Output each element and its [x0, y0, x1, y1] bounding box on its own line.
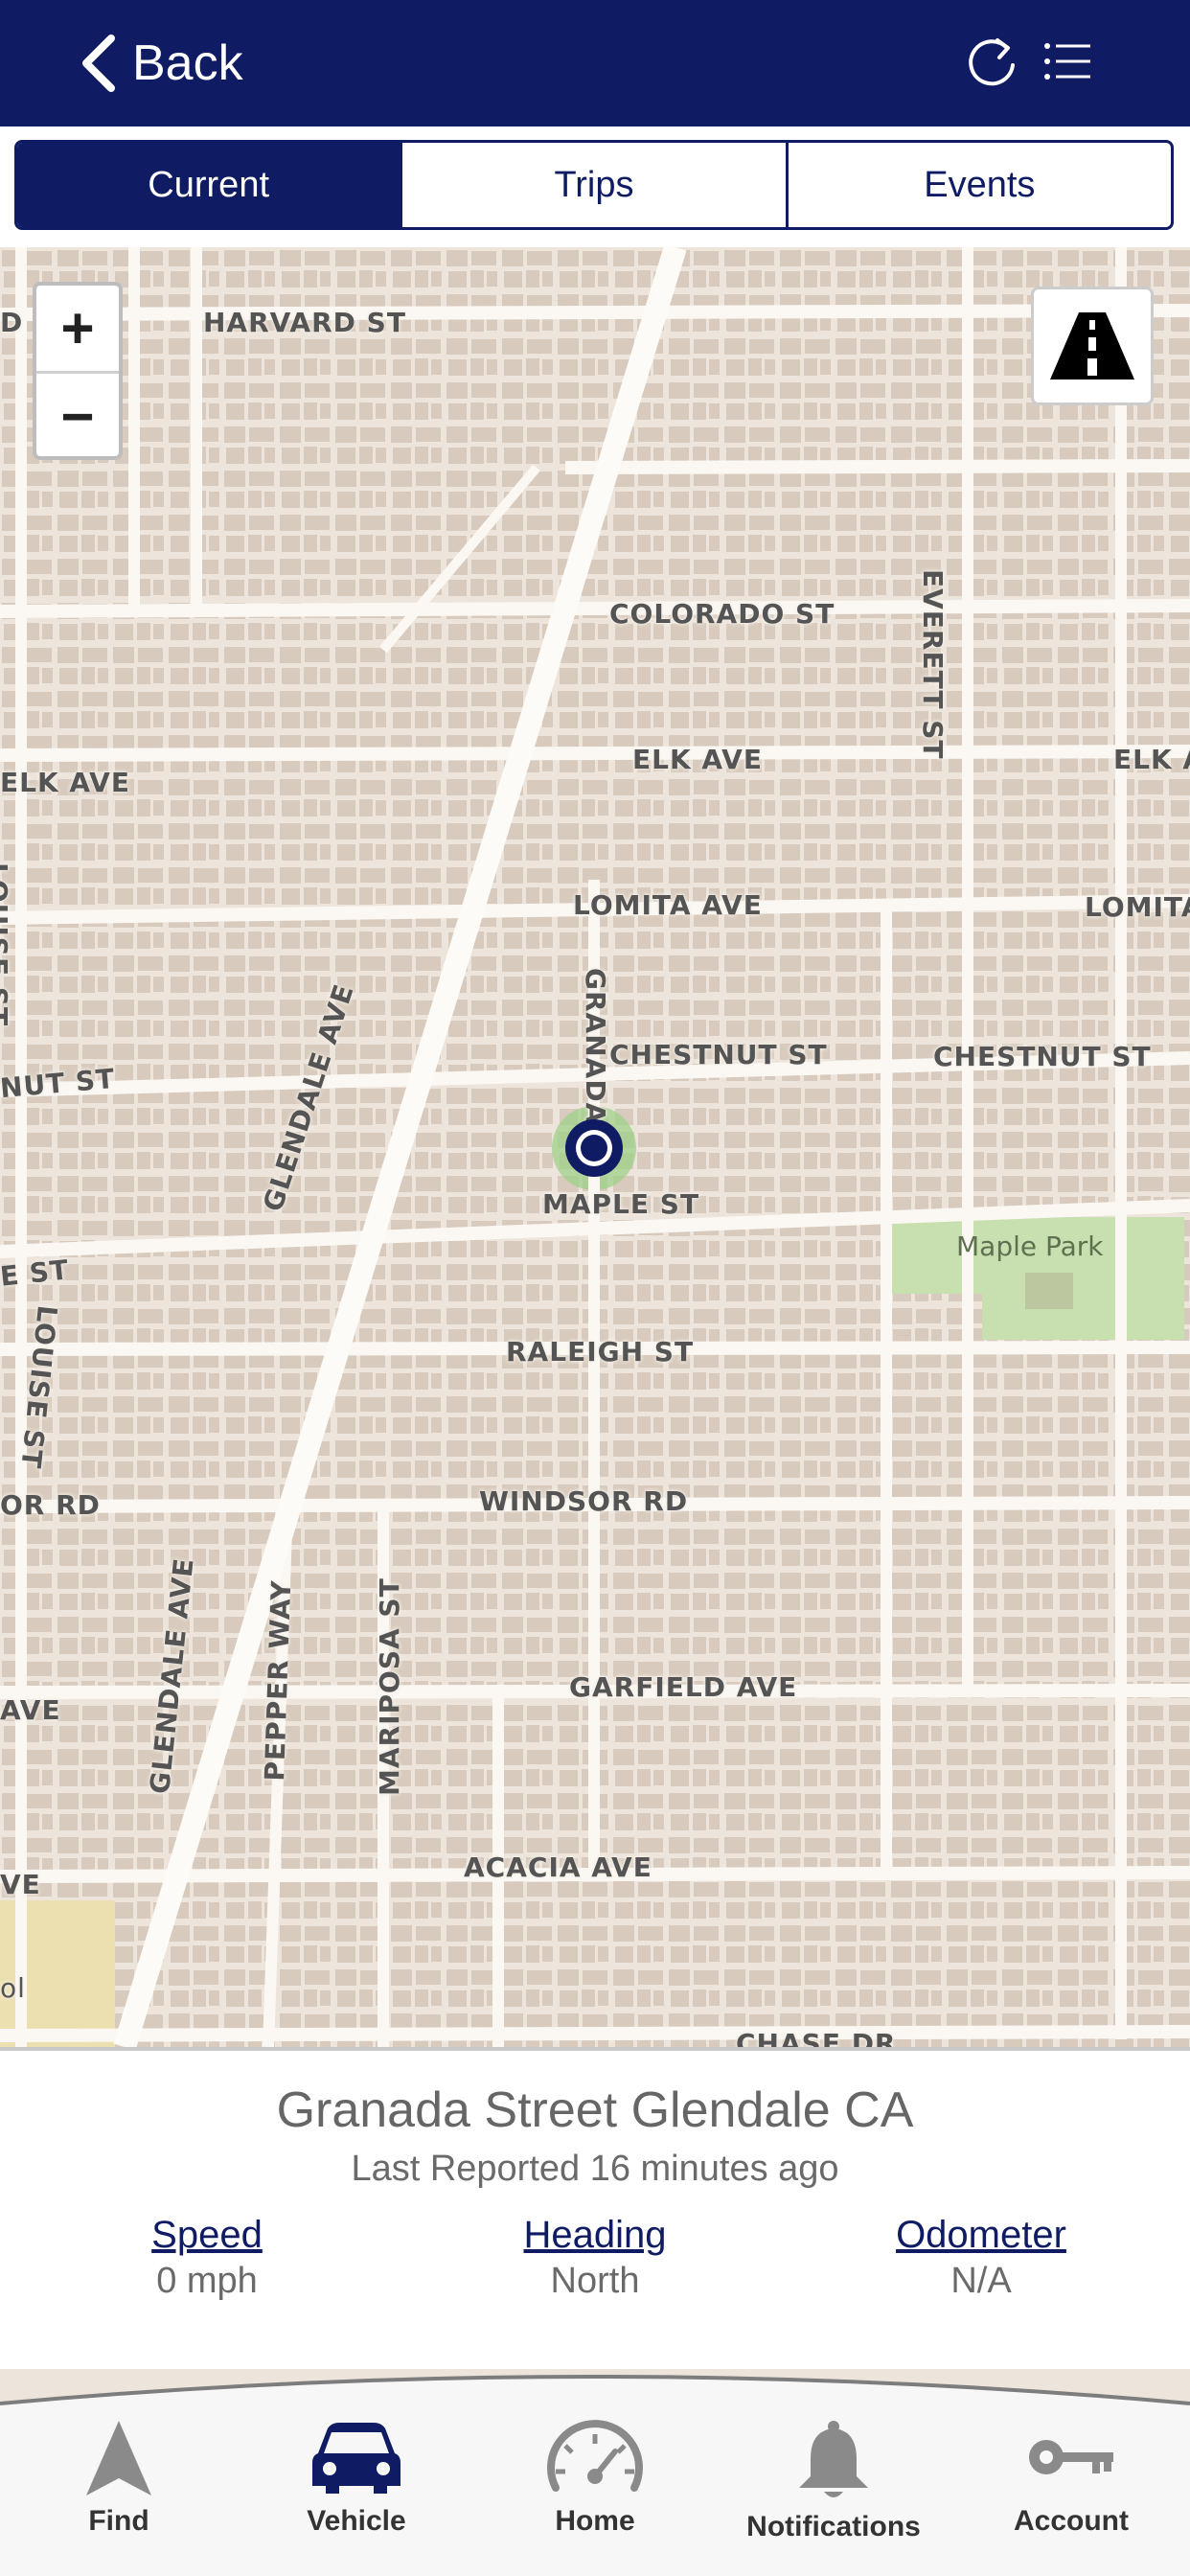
odometer-value: N/A: [950, 2261, 1012, 2301]
chevron-left-icon: [82, 34, 115, 92]
tab-label: Notifications: [746, 2511, 921, 2542]
tab-trips[interactable]: Trips: [400, 143, 785, 227]
car-icon: [312, 2423, 400, 2494]
tab-vehicle[interactable]: Vehicle: [251, 2419, 462, 2563]
speedometer-icon: [547, 2420, 643, 2492]
street-label: MAPLE ST: [542, 1188, 700, 1220]
last-reported-text: Last Reported 16 minutes ago: [351, 2149, 839, 2189]
tab-home[interactable]: Home: [490, 2419, 700, 2563]
street-label: COLORADO ST: [609, 598, 835, 630]
tab-find[interactable]: Find: [13, 2419, 224, 2563]
street-label: AVE: [0, 1694, 61, 1726]
street-label: WINDSOR RD: [479, 1485, 689, 1517]
street-label: ELK AVE: [0, 767, 130, 798]
divider: [0, 2047, 1190, 2051]
tab-label: Account: [1014, 2505, 1129, 2537]
tab-label: Vehicle: [307, 2505, 406, 2537]
odometer-stat: Odometer N/A: [837, 2214, 1125, 2302]
list-icon[interactable]: [1041, 33, 1098, 90]
street-label: ol: [0, 1972, 26, 2004]
heading-link[interactable]: Heading: [451, 2214, 739, 2257]
back-label: Back: [132, 35, 243, 91]
tab-current[interactable]: Current: [17, 143, 400, 227]
vehicle-info-panel: Granada Street Glendale CA Last Reported…: [0, 2047, 1190, 2392]
tab-account[interactable]: Account: [966, 2419, 1177, 2563]
park-label: Maple Park: [956, 1230, 1104, 1262]
street-label: GRANADA: [580, 968, 611, 1125]
street-label: GARFIELD AVE: [569, 1671, 798, 1703]
street-label: LOUISE ST: [0, 862, 13, 1027]
tab-label: Find: [88, 2505, 149, 2537]
view-segmented-control: Current Trips Events: [14, 140, 1174, 230]
speed-stat: Speed 0 mph: [63, 2214, 351, 2302]
street-label: CHESTNUT ST: [609, 1039, 828, 1070]
refresh-icon[interactable]: [963, 33, 1020, 90]
street-label: HARVARD ST: [203, 307, 406, 338]
navigation-arrow-icon: [86, 2421, 151, 2496]
bottom-tab-bar: Find Vehicle Home Notifications Account: [0, 2369, 1190, 2576]
street-label: ELK A: [1113, 744, 1190, 775]
zoom-in-button[interactable]: +: [36, 286, 119, 371]
key-icon: [1029, 2440, 1113, 2474]
street-label: MARIPOSA ST: [374, 1577, 405, 1796]
street-label: RALEIGH ST: [506, 1336, 695, 1368]
odometer-link[interactable]: Odometer: [837, 2214, 1125, 2257]
street-label: LOMITA AVE: [573, 889, 763, 921]
street-label: VE: [0, 1869, 41, 1900]
zoom-out-button[interactable]: −: [36, 371, 119, 459]
street-label: EVERETT ST: [917, 569, 949, 760]
back-button[interactable]: Back: [77, 27, 243, 100]
tab-notifications[interactable]: Notifications: [728, 2419, 939, 2563]
tab-label: Home: [555, 2505, 635, 2537]
street-label: ELK AVE: [632, 744, 763, 775]
traffic-road-icon: [1050, 312, 1134, 380]
speed-link[interactable]: Speed: [63, 2214, 351, 2257]
heading-value: North: [550, 2261, 640, 2301]
street-label: CHESTNUT ST: [933, 1041, 1152, 1072]
street-label: LOMITA: [1085, 891, 1190, 923]
street-label: ACACIA AVE: [464, 1852, 652, 1883]
heading-stat: Heading North: [451, 2214, 739, 2302]
vehicle-location-marker[interactable]: [556, 1110, 632, 1186]
bell-icon: [799, 2421, 868, 2497]
speed-value: 0 mph: [156, 2261, 258, 2301]
street-label: OR RD: [0, 1489, 101, 1521]
map-view[interactable]: D ST HARVARD ST COLORADO ST EVERETT ST E…: [0, 247, 1190, 2047]
zoom-control: + −: [33, 282, 123, 460]
tab-events[interactable]: Events: [785, 143, 1171, 227]
street-label: CHASE DR: [736, 2028, 897, 2047]
top-nav-bar: Back: [0, 0, 1190, 126]
traffic-toggle-button[interactable]: [1031, 287, 1154, 405]
vehicle-address: Granada Street Glendale CA: [276, 2082, 914, 2138]
